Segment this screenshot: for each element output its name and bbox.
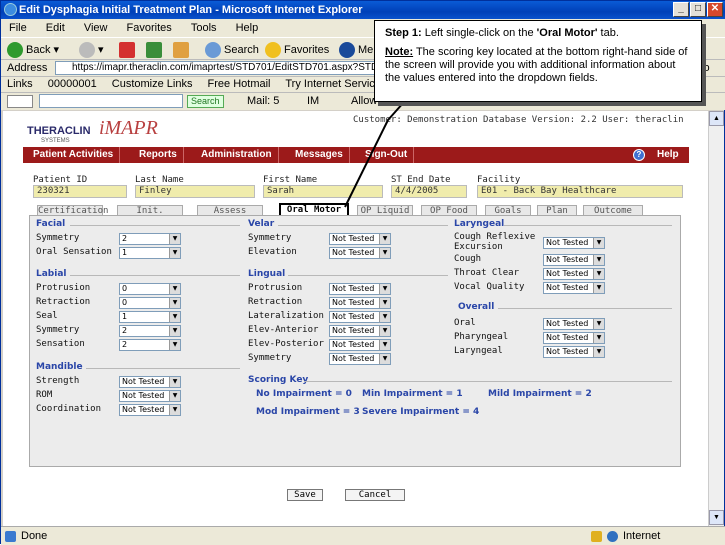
callout-step: Step 1: Left single-click on the 'Oral M… — [385, 27, 619, 39]
callout-note: Note: The scoring key located at the bot… — [385, 46, 688, 84]
instruction-callout: Step 1: Left single-click on the 'Oral M… — [374, 20, 702, 102]
